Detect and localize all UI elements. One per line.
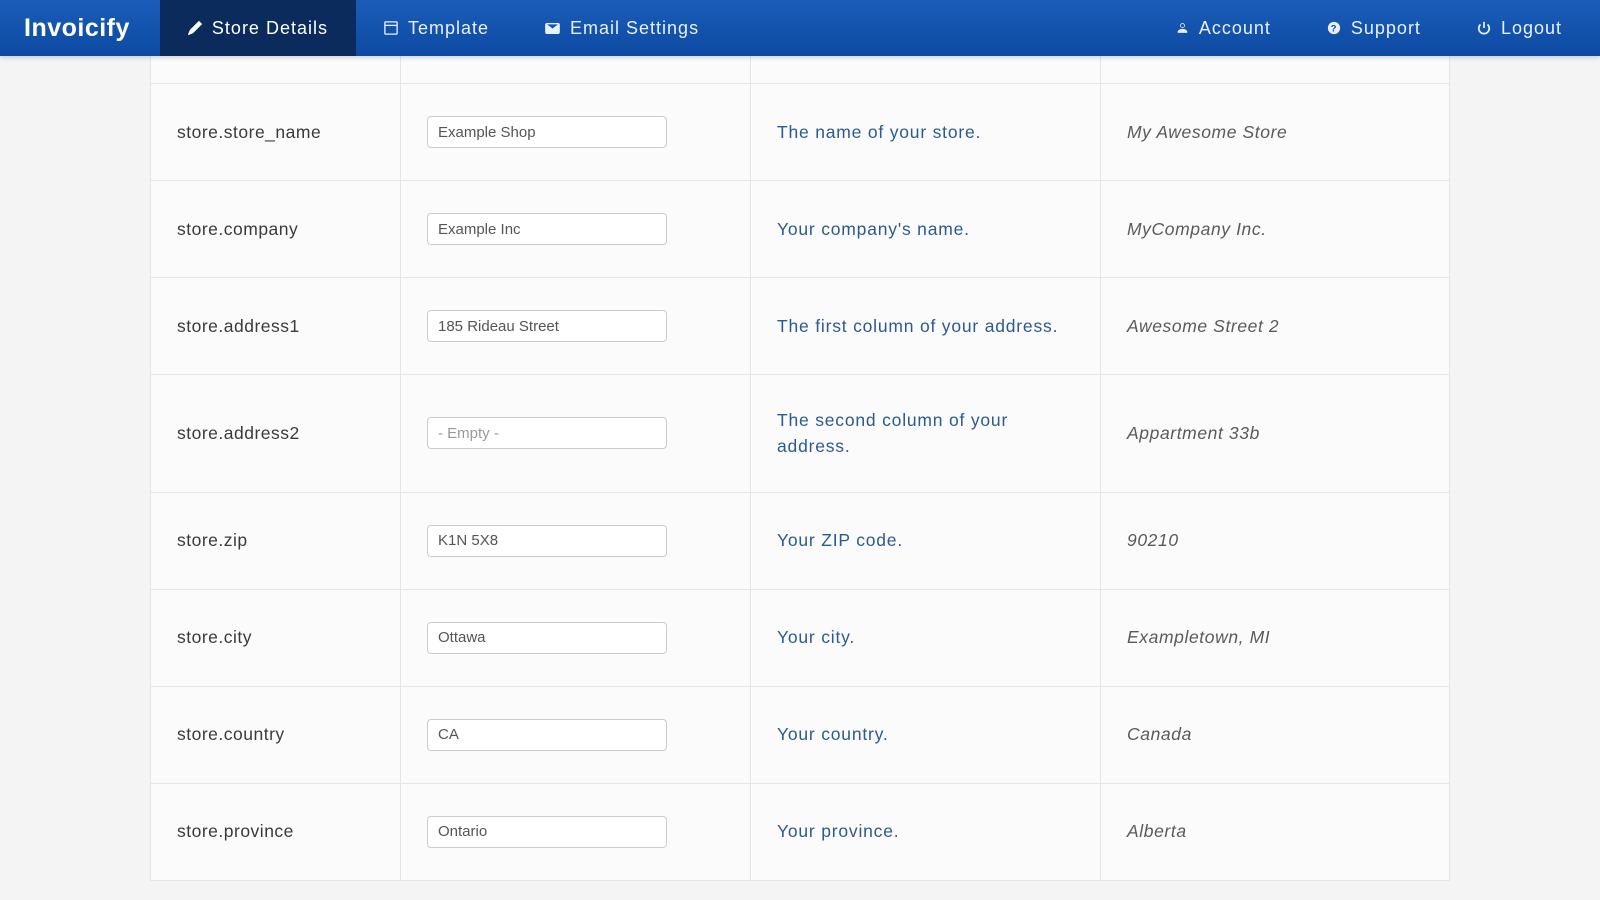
user-icon xyxy=(1176,21,1189,35)
pencil-icon xyxy=(188,21,202,35)
nav-label: Logout xyxy=(1501,18,1562,39)
key-address1: store.address1 xyxy=(151,278,401,374)
table-row: store.company Your company's name. MyCom… xyxy=(150,181,1450,278)
brand-logo[interactable]: Invoicify xyxy=(10,14,160,43)
cell-input xyxy=(401,784,751,880)
input-zip[interactable] xyxy=(427,525,667,557)
desc-city: Your city. xyxy=(751,590,1101,686)
nav-logout[interactable]: Logout xyxy=(1449,0,1590,56)
key-city: store.city xyxy=(151,590,401,686)
table-row: store.city Your city. Exampletown, MI xyxy=(150,590,1450,687)
cell-key xyxy=(151,56,401,83)
example-city: Exampletown, MI xyxy=(1101,590,1441,686)
main-content: store.store_name The name of your store.… xyxy=(150,56,1450,881)
desc-province: Your province. xyxy=(751,784,1101,880)
nav-template[interactable]: Template xyxy=(356,0,517,56)
envelope-icon xyxy=(545,23,560,34)
nav-label: Support xyxy=(1351,18,1421,39)
input-address1[interactable] xyxy=(427,310,667,342)
key-address2: store.address2 xyxy=(151,375,401,492)
nav-support[interactable]: ? Support xyxy=(1299,0,1449,56)
input-province[interactable] xyxy=(427,816,667,848)
nav-left-group: Store Details Template Email Settings xyxy=(160,0,727,56)
example-address2: Appartment 33b xyxy=(1101,375,1441,492)
example-company: MyCompany Inc. xyxy=(1101,181,1441,277)
nav-store-details[interactable]: Store Details xyxy=(160,0,356,56)
key-store-name: store.store_name xyxy=(151,84,401,180)
cell-input xyxy=(401,84,751,180)
table-row: store.store_name The name of your store.… xyxy=(150,84,1450,181)
cell-input xyxy=(401,56,751,83)
power-icon xyxy=(1477,21,1491,35)
key-company: store.company xyxy=(151,181,401,277)
example-province: Alberta xyxy=(1101,784,1441,880)
cell-input xyxy=(401,375,751,492)
cell-input xyxy=(401,278,751,374)
key-province: store.province xyxy=(151,784,401,880)
table-row: store.country Your country. Canada xyxy=(150,687,1450,784)
table-row: store.province Your province. Alberta xyxy=(150,784,1450,881)
key-country: store.country xyxy=(151,687,401,783)
input-city[interactable] xyxy=(427,622,667,654)
nav-label: Email Settings xyxy=(570,18,699,39)
desc-country: Your country. xyxy=(751,687,1101,783)
input-address2[interactable] xyxy=(427,417,667,449)
desc-address2: The second column of your address. xyxy=(751,375,1101,492)
table-row: store.address2 The second column of your… xyxy=(150,375,1450,493)
template-icon xyxy=(384,21,398,35)
cell-input xyxy=(401,687,751,783)
nav-account[interactable]: Account xyxy=(1148,0,1299,56)
example-country: Canada xyxy=(1101,687,1441,783)
input-country[interactable] xyxy=(427,719,667,751)
input-store-name[interactable] xyxy=(427,116,667,148)
nav-right-group: Account ? Support Logout xyxy=(1148,0,1590,56)
desc-store-name: The name of your store. xyxy=(751,84,1101,180)
svg-text:?: ? xyxy=(1331,24,1338,35)
nav-label: Account xyxy=(1199,18,1271,39)
nav-label: Template xyxy=(408,18,489,39)
example-store-name: My Awesome Store xyxy=(1101,84,1441,180)
question-icon: ? xyxy=(1327,21,1341,35)
nav-label: Store Details xyxy=(212,18,328,39)
example-address1: Awesome Street 2 xyxy=(1101,278,1441,374)
top-navbar: Invoicify Store Details Template Email S… xyxy=(0,0,1600,56)
table-row: store.zip Your ZIP code. 90210 xyxy=(150,493,1450,590)
cell-input xyxy=(401,590,751,686)
desc-address1: The first column of your address. xyxy=(751,278,1101,374)
nav-email-settings[interactable]: Email Settings xyxy=(517,0,727,56)
example-zip: 90210 xyxy=(1101,493,1441,589)
cell-input xyxy=(401,181,751,277)
input-company[interactable] xyxy=(427,213,667,245)
table-row: store.address1 The first column of your … xyxy=(150,278,1450,375)
cell-input xyxy=(401,493,751,589)
desc-company: Your company's name. xyxy=(751,181,1101,277)
cell-desc xyxy=(751,56,1101,83)
key-zip: store.zip xyxy=(151,493,401,589)
settings-table: store.store_name The name of your store.… xyxy=(150,56,1450,881)
desc-zip: Your ZIP code. xyxy=(751,493,1101,589)
cell-example xyxy=(1101,56,1441,83)
table-row-partial xyxy=(150,56,1450,84)
